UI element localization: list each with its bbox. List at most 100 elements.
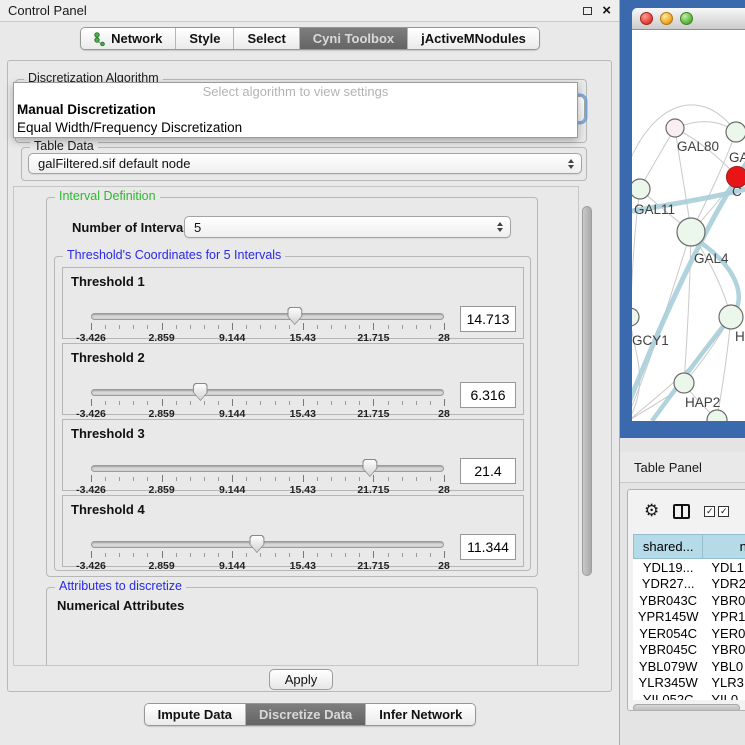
tab-cyni-toolbox[interactable]: Cyni Toolbox [299, 28, 407, 49]
table-row[interactable]: YPR145WYPR1 [633, 609, 745, 626]
table-cell[interactable]: YBR043C [633, 593, 703, 608]
threshold-slider[interactable]: -3.4262.8599.14415.4321.71528 [91, 310, 444, 344]
table-cell[interactable]: YBL0 [703, 659, 745, 674]
checkbox-icon[interactable]: ✓ [718, 506, 729, 517]
float-window-icon[interactable] [583, 7, 592, 15]
table-row[interactable]: YBL079WYBL0 [633, 658, 745, 675]
network-node[interactable] [632, 308, 639, 326]
slider-track[interactable] [91, 541, 444, 548]
table-cell[interactable]: YDR2 [703, 576, 745, 591]
threshold-slider[interactable]: -3.4262.8599.14415.4321.71528 [91, 538, 444, 572]
tab-impute-data[interactable]: Impute Data [145, 704, 245, 725]
slider-tick-labels: -3.4262.8599.14415.4321.71528 [91, 560, 444, 572]
network-node[interactable] [666, 119, 684, 137]
tick-mark [388, 553, 389, 557]
network-graph: GAL80GACGAL11GAL4GCY1HHAP2 [632, 30, 745, 421]
network-node[interactable] [719, 305, 743, 329]
network-node[interactable] [632, 179, 650, 199]
table-cell[interactable]: YER0 [703, 626, 745, 641]
table-cell[interactable]: YLR345W [633, 675, 703, 690]
tick-mark [331, 553, 332, 557]
table-row[interactable]: YLR345WYLR3 [633, 675, 745, 692]
table-cell[interactable]: YIL052C [633, 692, 703, 700]
tick-mark [119, 401, 120, 405]
tick-mark [317, 553, 318, 557]
table-cell[interactable]: YBR0 [703, 593, 745, 608]
gear-icon[interactable]: ⚙ [644, 503, 659, 520]
slider-track[interactable] [91, 465, 444, 472]
minimize-traffic-light[interactable] [660, 12, 673, 25]
control-panel-titlebar: Control Panel × [0, 0, 619, 22]
threshold-value-field[interactable]: 21.4 [460, 458, 516, 484]
threshold-slider[interactable]: -3.4262.8599.14415.4321.71528 [91, 386, 444, 420]
close-traffic-light[interactable] [640, 12, 653, 25]
tab-style[interactable]: Style [175, 28, 233, 49]
network-node[interactable] [707, 410, 727, 421]
threshold-label: Threshold 4 [71, 502, 145, 517]
popup-item[interactable]: Equal Width/Frequency Discretization [14, 119, 577, 137]
tab-jactivemnodules[interactable]: jActiveMNodules [407, 28, 539, 49]
network-canvas[interactable]: GAL80GACGAL11GAL4GCY1HHAP2 [632, 30, 745, 421]
threshold-value-field[interactable]: 14.713 [460, 306, 516, 332]
column-header-shared[interactable]: shared... [633, 534, 703, 559]
table-cell[interactable]: YBL079W [633, 659, 703, 674]
node-label: GAL11 [634, 202, 675, 217]
table-cell[interactable]: YPR145W [633, 609, 703, 624]
tick-mark [147, 325, 148, 329]
network-node[interactable] [674, 373, 694, 393]
table-horizontal-scrollbar[interactable] [633, 704, 740, 711]
tick-label: 9.144 [219, 560, 245, 572]
table-row[interactable]: YDL19...YDL1 [633, 559, 745, 576]
table-cell[interactable]: YDR27... [633, 576, 703, 591]
tab-network[interactable]: Network [81, 28, 175, 49]
table-cell[interactable]: YLR3 [703, 675, 745, 690]
close-icon[interactable]: × [602, 3, 611, 18]
network-edge [684, 232, 691, 383]
tab-select[interactable]: Select [233, 28, 298, 49]
threshold-value-field[interactable]: 6.316 [460, 382, 516, 408]
split-view-icon[interactable] [673, 504, 690, 519]
table-panel-titlebar: Table Panel [620, 452, 745, 483]
table-row[interactable]: YIL052CYIL0 [633, 691, 745, 700]
table-cell[interactable]: YDL1 [703, 560, 745, 575]
table-cell[interactable]: YPR1 [703, 609, 745, 624]
tick-mark [331, 325, 332, 329]
slider-track[interactable] [91, 389, 444, 396]
popup-item[interactable]: Manual Discretization [14, 101, 577, 119]
tab-discretize-data[interactable]: Discretize Data [245, 704, 365, 725]
control-panel: Control Panel × Network Style Select Cyn… [0, 0, 620, 745]
settings-scrollbar-thumb[interactable] [582, 206, 592, 576]
checkbox-icon[interactable]: ✓ [704, 506, 715, 517]
network-node[interactable] [726, 122, 745, 142]
apply-button[interactable]: Apply [269, 669, 333, 690]
table-cell[interactable]: YIL0 [703, 692, 745, 700]
tick-mark [373, 551, 374, 558]
table-row[interactable]: YER054CYER0 [633, 625, 745, 642]
slider-track[interactable] [91, 313, 444, 320]
tick-mark [232, 551, 233, 558]
table-cell[interactable]: YDL19... [633, 560, 703, 575]
table-cell[interactable]: YBR045C [633, 642, 703, 657]
num-intervals-combobox[interactable]: 5 [184, 216, 511, 238]
table-data-combobox[interactable]: galFiltered.sif default node [28, 153, 582, 174]
table-row[interactable]: YBR045CYBR0 [633, 642, 745, 659]
table-row[interactable]: YDR27...YDR2 [633, 576, 745, 593]
table-cell[interactable]: YBR0 [703, 642, 745, 657]
network-icon [94, 32, 106, 46]
table-row[interactable]: YBR043CYBR0 [633, 592, 745, 609]
tab-infer-network[interactable]: Infer Network [365, 704, 475, 725]
tick-mark [190, 401, 191, 405]
threshold-value-field[interactable]: 11.344 [460, 534, 516, 560]
threshold-slider[interactable]: -3.4262.8599.14415.4321.71528 [91, 462, 444, 496]
num-intervals-label: Number of Intervals [72, 220, 194, 235]
zoom-traffic-light[interactable] [680, 12, 693, 25]
column-header-name[interactable]: n [703, 534, 745, 559]
settings-scrollbar[interactable] [581, 188, 593, 664]
node-table: shared... n YDL19...YDL1YDR27...YDR2YBR0… [633, 534, 745, 700]
network-node[interactable] [677, 218, 705, 246]
slider-ticks [91, 399, 444, 407]
threshold-label: Threshold 3 [71, 426, 145, 441]
table-cell[interactable]: YER054C [633, 626, 703, 641]
top-tab-bar: Network Style Select Cyni Toolbox jActiv… [0, 27, 620, 50]
tick-mark [246, 401, 247, 405]
